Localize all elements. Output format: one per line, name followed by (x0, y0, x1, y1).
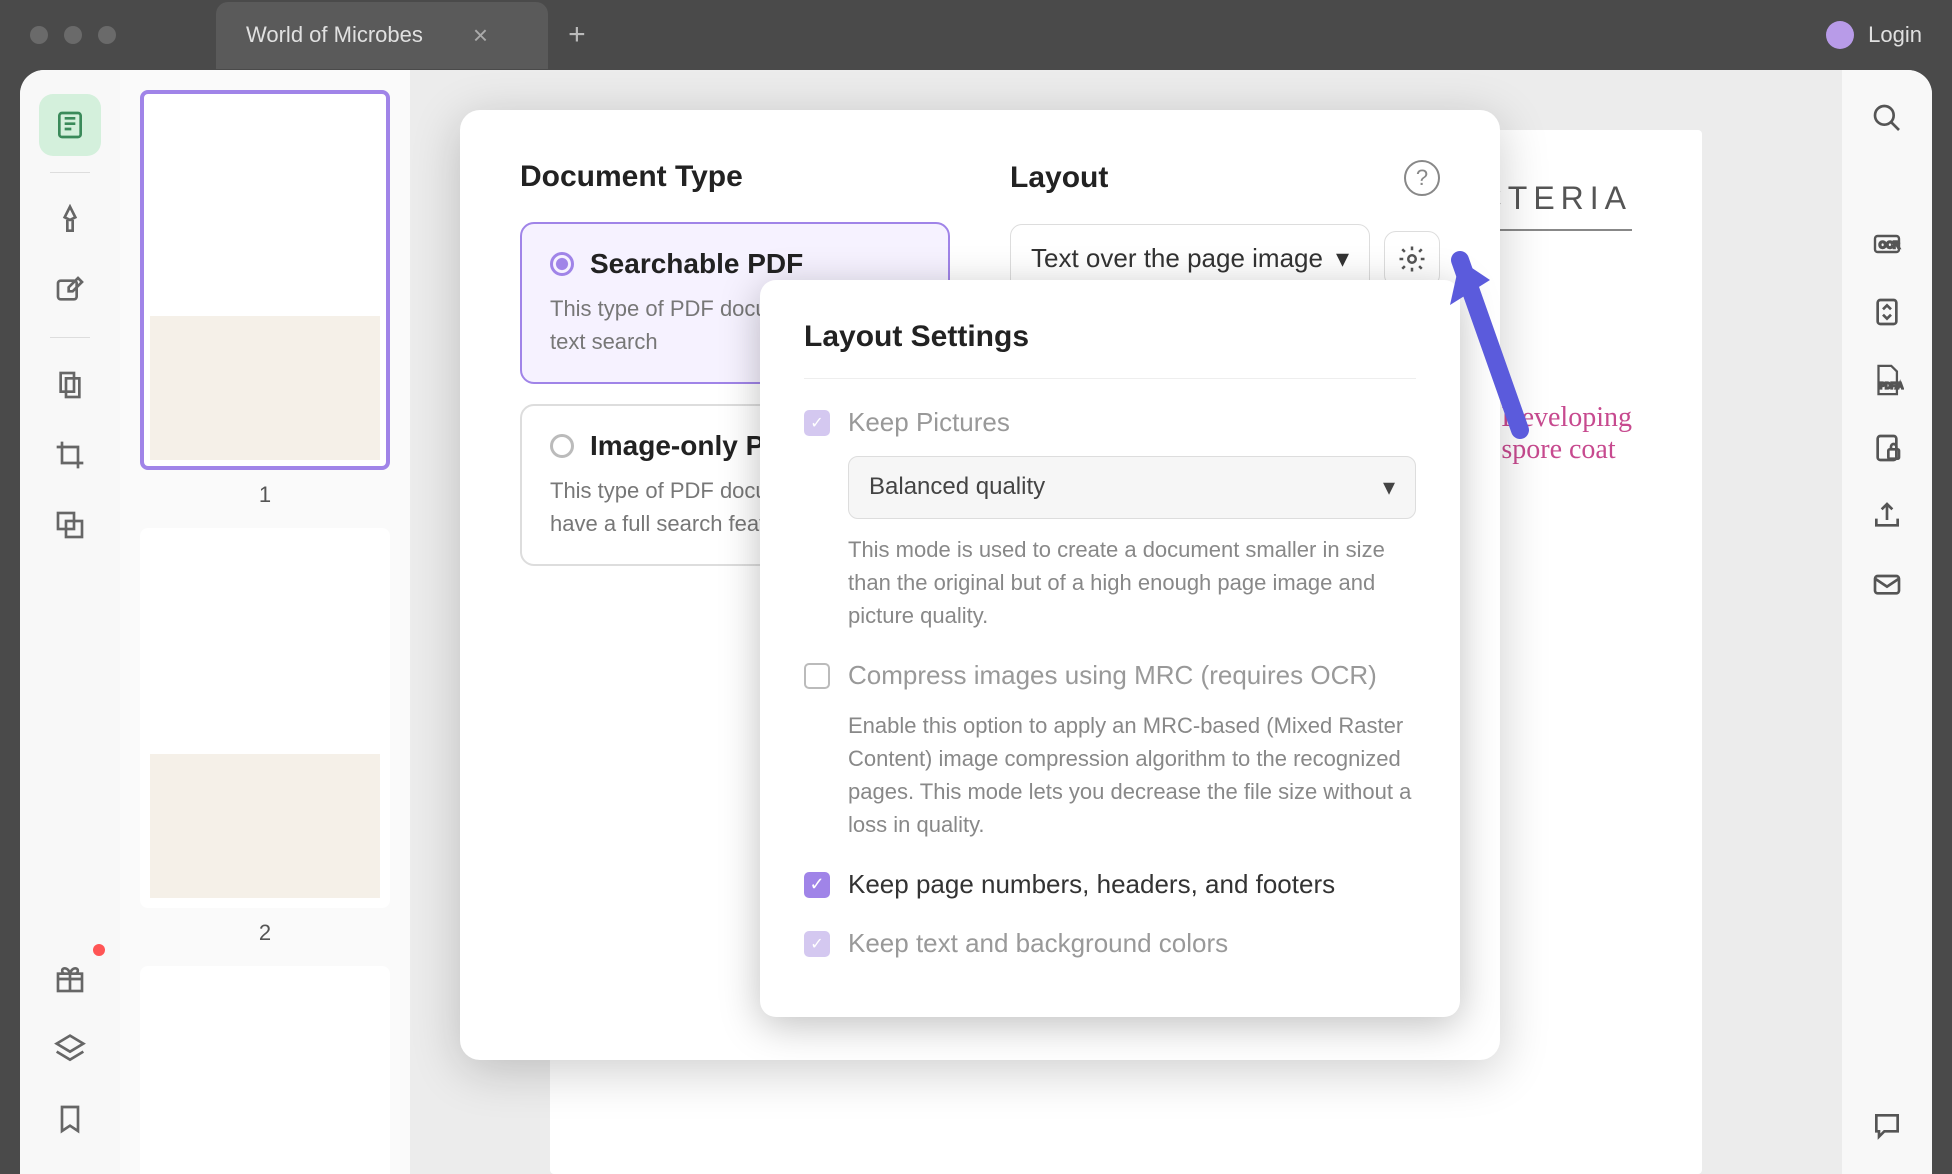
layout-heading: Layout (1010, 161, 1108, 195)
layout-settings-button[interactable] (1384, 231, 1440, 287)
layout-settings-popover: Layout Settings ✓ Keep Pictures Balanced… (760, 280, 1460, 1017)
crop-tool-button[interactable] (39, 424, 101, 486)
thumb-number: 1 (259, 482, 271, 508)
pointer-arrow-annotation (1440, 250, 1540, 455)
chevron-down-icon: ▾ (1383, 473, 1395, 502)
ocr-button[interactable]: OCR (1867, 224, 1907, 264)
pdfa-button[interactable]: PDF/A (1867, 360, 1907, 400)
keep-colors-checkbox[interactable]: ✓ (804, 931, 830, 957)
checkbox-label: Keep Pictures (848, 407, 1010, 438)
protect-button[interactable] (1867, 428, 1907, 468)
popover-title: Layout Settings (804, 320, 1416, 379)
user-avatar[interactable] (1826, 21, 1854, 49)
select-value: Text over the page image (1031, 243, 1323, 274)
convert-button[interactable] (1867, 292, 1907, 332)
checkbox-label: Keep page numbers, headers, and footers (848, 869, 1335, 900)
svg-text:PDF/A: PDF/A (1880, 382, 1904, 391)
checkbox-label: Keep text and background colors (848, 928, 1228, 959)
mail-button[interactable] (1867, 564, 1907, 604)
svg-text:OCR: OCR (1879, 240, 1900, 250)
minimize-window-button[interactable] (64, 26, 82, 44)
titlebar: World of Microbes × + Login (0, 0, 1952, 70)
page-thumbnail-3[interactable] (140, 966, 390, 1174)
share-button[interactable] (1867, 496, 1907, 536)
quality-select[interactable]: Balanced quality ▾ (848, 456, 1416, 519)
compress-mrc-checkbox[interactable] (804, 663, 830, 689)
close-tab-button[interactable]: × (473, 20, 488, 51)
highlight-tool-button[interactable] (39, 189, 101, 251)
close-window-button[interactable] (30, 26, 48, 44)
chevron-down-icon: ▾ (1336, 243, 1349, 274)
help-icon[interactable]: ? (1404, 160, 1440, 196)
window-controls (30, 26, 116, 44)
radio-unchecked-icon (550, 434, 574, 458)
document-type-heading: Document Type (520, 160, 950, 194)
reader-mode-button[interactable] (39, 94, 101, 156)
select-value: Balanced quality (869, 473, 1045, 502)
new-tab-button[interactable]: + (568, 18, 586, 52)
keep-headers-checkbox[interactable]: ✓ (804, 872, 830, 898)
option-title: Searchable PDF (590, 248, 803, 280)
tab-title: World of Microbes (246, 22, 423, 48)
page-thumbnail-2[interactable] (140, 528, 390, 908)
compress-description: Enable this option to apply an MRC-based… (848, 709, 1416, 841)
gift-button[interactable] (39, 948, 101, 1010)
page-thumbnail-1[interactable] (140, 90, 390, 470)
maximize-window-button[interactable] (98, 26, 116, 44)
search-button[interactable] (1867, 98, 1907, 138)
bookmark-button[interactable] (39, 1088, 101, 1150)
login-button[interactable]: Login (1868, 22, 1922, 48)
annotate-tool-button[interactable] (39, 259, 101, 321)
layers-button[interactable] (39, 1018, 101, 1080)
thumbnails-panel: 1 2 (120, 70, 410, 1174)
right-toolbar: OCR PDF/A (1842, 70, 1932, 1174)
radio-checked-icon (550, 252, 574, 276)
comment-button[interactable] (1867, 1106, 1907, 1146)
left-toolbar (20, 70, 120, 1174)
keep-pictures-checkbox[interactable]: ✓ (804, 410, 830, 436)
pages-tool-button[interactable] (39, 354, 101, 416)
compare-tool-button[interactable] (39, 494, 101, 556)
checkbox-label: Compress images using MRC (requires OCR) (848, 660, 1377, 691)
document-tab[interactable]: World of Microbes × (216, 2, 548, 69)
quality-description: This mode is used to create a document s… (848, 533, 1416, 632)
thumb-number: 2 (259, 920, 271, 946)
